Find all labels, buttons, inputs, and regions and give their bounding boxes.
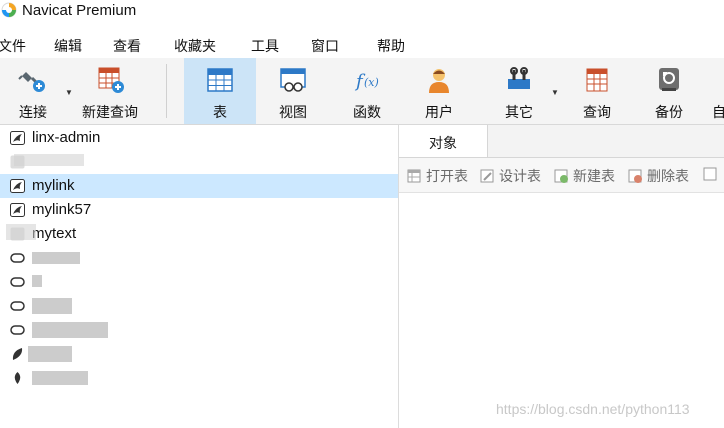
connect-button[interactable]: 连接 [2,58,64,124]
new-query-label: 新建查询 [82,104,138,120]
other-label: 其它 [505,104,533,120]
menu-favorites[interactable]: 收藏夹 [174,36,216,56]
view-button[interactable]: 视图 [262,58,324,124]
database-connection-icon [10,301,25,311]
mongodb-connection-icon [14,372,21,384]
backup-icon [659,68,679,91]
tab-strip: 对象 [399,125,724,158]
new-table-label: 新建表 [573,168,615,184]
tab-objects[interactable]: 对象 [399,125,488,157]
redaction-mosaic [32,298,72,314]
query-icon [586,68,608,92]
backup-label: 备份 [655,104,683,120]
query-button[interactable]: 查询 [566,58,628,124]
overflow-icon[interactable] [703,166,722,182]
user-icon [429,69,449,93]
connection-item[interactable]: linx-admin [0,126,398,150]
table-icon [207,68,233,92]
database-connection-icon [10,277,25,287]
redaction-mosaic [32,322,108,338]
title-bar: Navicat Premium [0,0,724,24]
main-toolbar: 连接 ▼ 新建查询 表 视图 f (x) 函数 用户 其它 ▼ 查询 备份 自 [0,58,724,125]
connect-plug-icon [18,72,45,92]
new-table-icon [554,169,568,183]
menu-tools[interactable]: 工具 [251,36,279,56]
open-table-button[interactable]: 打开表 [407,166,468,186]
mysql-connection-icon [10,131,25,145]
connect-dropdown-arrow-icon[interactable]: ▼ [65,88,73,97]
new-query-icon [98,67,124,93]
other-button[interactable]: 其它 [488,58,550,124]
redaction-mosaic [6,224,36,240]
redaction-mosaic [28,346,72,362]
redaction-mosaic [32,371,88,385]
table-label: 表 [213,104,227,120]
delete-table-label: 删除表 [647,168,689,184]
connection-item[interactable]: mylink57 [0,198,398,222]
menu-bar: 文件 编辑 查看 收藏夹 工具 窗口 帮助 [0,32,724,58]
connection-item[interactable] [0,246,398,270]
automation-button[interactable]: 自 [708,58,724,124]
table-button[interactable]: 表 [184,58,256,124]
connection-item[interactable] [0,366,398,390]
new-table-button[interactable]: 新建表 [554,166,615,186]
user-label: 用户 [425,104,453,120]
connection-item[interactable]: mytext [0,222,398,246]
menu-help[interactable]: 帮助 [377,36,405,56]
tools-icon [508,67,530,89]
new-query-button[interactable]: 新建查询 [76,58,144,124]
delete-table-button[interactable]: 删除表 [628,166,689,186]
watermark: https://blog.csdn.net/python113 [496,401,690,417]
user-button[interactable]: 用户 [408,58,470,124]
other-dropdown-arrow-icon[interactable]: ▼ [551,88,559,97]
mysql-connection-icon [10,179,25,193]
design-table-icon [480,169,494,183]
view-label: 视图 [279,104,307,120]
redaction-mosaic [14,154,84,166]
connection-item[interactable] [0,294,398,318]
redaction-mosaic [32,275,42,287]
function-icon: f (x) [354,71,379,92]
automation-label: 自 [712,104,724,120]
menu-window[interactable]: 窗口 [311,36,339,56]
connection-tree: linx-admin mylink mylink57 mytext [0,125,399,428]
connection-item[interactable]: mylink [0,174,398,198]
database-connection-icon [10,325,25,335]
menu-edit[interactable]: 编辑 [54,36,82,56]
database-connection-icon [10,253,25,263]
navicat-logo-icon [1,2,17,18]
tab-objects-label: 对象 [429,135,457,151]
function-label: 函数 [353,104,381,120]
connection-item[interactable] [0,342,398,366]
mysql-connection-icon [10,203,25,217]
connection-name: mylink [32,177,75,194]
backup-button[interactable]: 备份 [638,58,700,124]
object-pane: 对象 打开表 设计表 新建表 删除表 [399,125,724,428]
connection-name: mylink57 [32,201,92,218]
view-icon [280,68,306,92]
connect-label: 连接 [19,104,47,120]
menu-view[interactable]: 查看 [113,36,141,56]
sqlite-connection-icon [12,348,23,360]
svg-text:(x): (x) [364,76,379,89]
menu-file[interactable]: 文件 [0,36,26,56]
open-table-icon [407,169,421,183]
redaction-mosaic [32,252,80,264]
connection-name: mytext [32,225,77,242]
connection-item[interactable] [0,270,398,294]
function-button[interactable]: f (x) 函数 [336,58,398,124]
connection-name: linx-admin [32,129,101,146]
connection-item[interactable] [0,318,398,342]
query-label: 查询 [583,104,611,120]
object-toolbar: 打开表 设计表 新建表 删除表 [399,158,724,193]
delete-table-icon [628,169,642,183]
design-table-button[interactable]: 设计表 [480,166,541,186]
open-table-label: 打开表 [426,168,468,184]
window-title: Navicat Premium [22,2,137,19]
connection-item[interactable] [0,150,398,174]
design-table-label: 设计表 [499,168,541,184]
toolbar-separator [166,64,167,118]
